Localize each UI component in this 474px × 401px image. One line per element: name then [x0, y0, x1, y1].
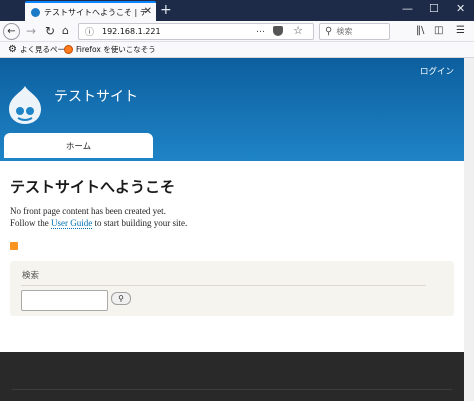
divider: [21, 285, 426, 286]
magnifier-icon: ⚲: [118, 294, 124, 303]
nav-home-label: ホーム: [65, 141, 92, 152]
bookmarks-toolbar: ⚙ よく見るページ Firefox を使いこなそう: [0, 42, 474, 58]
back-arrow-icon: ←: [7, 26, 16, 37]
bookmark-label: Firefox を使いこなそう: [76, 45, 156, 54]
tab-title: テストサイトへようこそ | テストサイト: [44, 7, 148, 17]
reload-button[interactable]: ↻: [45, 23, 55, 39]
page-title: テストサイトへようこそ: [10, 178, 176, 196]
url-bar[interactable]: ⓘ 192.168.1.221 … ☆: [78, 23, 314, 40]
bookmark-star-icon[interactable]: ☆: [293, 24, 303, 37]
start-building-text: to start building your site.: [92, 218, 188, 228]
window-close-button[interactable]: ✕: [456, 3, 465, 15]
search-block-title: 検索: [22, 271, 40, 281]
navigation-toolbar: ← → ↻ ⌂ ⓘ 192.168.1.221 … ☆ ⚲ 検索 ‖\ ◫ ☰: [0, 21, 474, 42]
empty-front-page-text: No front page content has been created y…: [10, 206, 166, 216]
page-actions-icon[interactable]: …: [256, 25, 265, 35]
user-guide-link[interactable]: User Guide: [51, 218, 93, 229]
maximize-button[interactable]: ☐: [429, 3, 439, 15]
pocket-icon[interactable]: [273, 26, 283, 36]
search-bar[interactable]: ⚲ 検索: [319, 23, 390, 40]
forward-button[interactable]: →: [26, 23, 36, 39]
bookmark-most-visited[interactable]: ⚙ よく見るページ: [8, 44, 72, 55]
tab-close-icon[interactable]: ✕: [144, 6, 152, 17]
url-text[interactable]: 192.168.1.221: [102, 27, 161, 36]
bookmark-firefox-guide[interactable]: Firefox を使いこなそう: [64, 44, 156, 55]
site-search-input[interactable]: [21, 290, 108, 311]
divider: [12, 389, 452, 390]
web-page: ログイン テストサイト ホーム テストサイトへようこそ No front pag…: [0, 58, 474, 401]
follow-text: Follow the: [10, 218, 52, 228]
minimize-button[interactable]: —: [402, 3, 413, 15]
site-header: ログイン テストサイト ホーム: [0, 58, 464, 161]
new-tab-button[interactable]: +: [160, 2, 172, 18]
drupal-logo-icon[interactable]: [8, 85, 42, 125]
site-footer: [0, 352, 464, 401]
library-icon[interactable]: ‖\: [416, 25, 424, 37]
search-icon: ⚲: [325, 26, 333, 37]
site-search-button[interactable]: ⚲: [111, 292, 131, 305]
gear-icon: ⚙: [8, 44, 17, 55]
user-guide-paragraph: Follow the User Guide to start building …: [10, 218, 188, 229]
search-block: 検索 ⚲: [10, 261, 454, 316]
sidebar-icon[interactable]: ◫: [434, 25, 443, 37]
site-info-icon[interactable]: ⓘ: [85, 25, 99, 38]
rss-feed-icon[interactable]: [10, 242, 18, 250]
browser-tab[interactable]: テストサイトへようこそ | テストサイト ✕: [25, 1, 156, 21]
login-link[interactable]: ログイン: [420, 65, 454, 77]
home-icon[interactable]: ⌂: [62, 23, 69, 39]
browser-titlebar: テストサイトへようこそ | テストサイト ✕ + — ☐ ✕: [0, 0, 474, 21]
back-button[interactable]: ←: [3, 23, 20, 40]
menu-icon[interactable]: ☰: [456, 25, 465, 37]
firefox-icon: [64, 45, 73, 54]
site-name[interactable]: テストサイト: [54, 86, 138, 106]
nav-home-tab[interactable]: ホーム: [4, 133, 153, 158]
drupal-favicon-icon: [31, 7, 40, 17]
search-placeholder: 検索: [336, 27, 353, 36]
